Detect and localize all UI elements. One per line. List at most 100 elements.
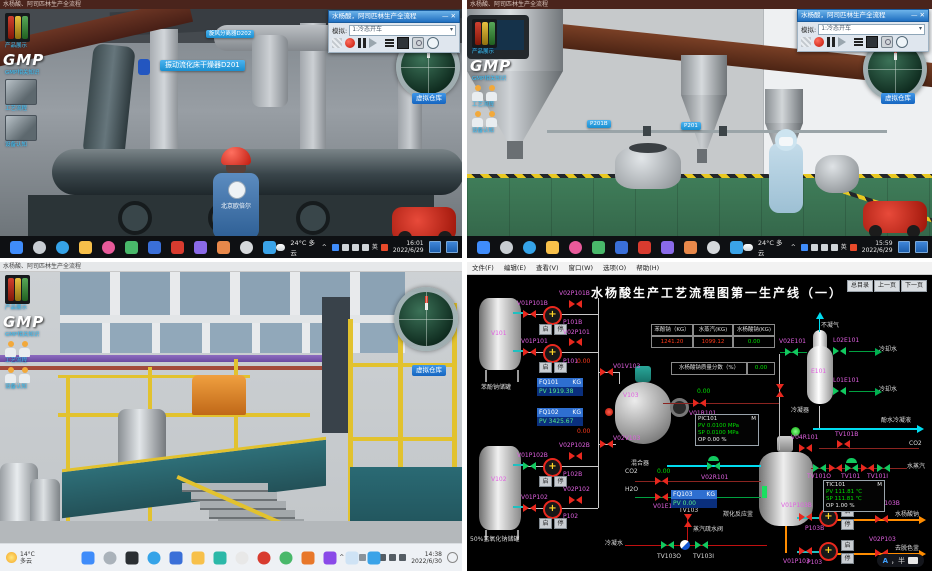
- volume-icon[interactable]: [821, 244, 828, 251]
- taskbar-clock[interactable]: 15:592022/6/29: [862, 240, 893, 254]
- avatar-group[interactable]: [472, 85, 528, 101]
- weather-icon[interactable]: [276, 244, 285, 251]
- tray-chevron-icon[interactable]: ^: [791, 244, 796, 251]
- camera-button[interactable]: [881, 36, 893, 48]
- notification-card-icon[interactable]: [915, 241, 928, 253]
- rail-caption[interactable]: 产品展示: [5, 43, 61, 50]
- warehouse-button[interactable]: 虚拟仓库: [881, 93, 915, 104]
- equipment-thumbnail[interactable]: [5, 115, 37, 141]
- nav-button[interactable]: 上一页: [874, 280, 900, 292]
- totalizer-FQ101[interactable]: FQ101KG PV 1919.38: [537, 378, 583, 396]
- notification-card-icon[interactable]: [898, 241, 911, 253]
- display-app-icon[interactable]: [263, 241, 276, 254]
- app-green-icon[interactable]: [125, 241, 138, 254]
- ime-lang-icon[interactable]: 英: [841, 244, 847, 251]
- notification-card-icon[interactable]: [429, 241, 441, 253]
- keyboard-icon[interactable]: [908, 557, 918, 564]
- weather-text[interactable]: 24°C 多云: [758, 237, 786, 257]
- app-orange-icon[interactable]: [684, 241, 697, 254]
- rail-caption[interactable]: 设备认知: [472, 128, 528, 135]
- start-icon[interactable]: [82, 551, 95, 564]
- sim-window-titlebar[interactable]: 水杨酸，阿司匹林生产全流程 — ✕: [328, 10, 460, 23]
- rail-caption[interactable]: 工艺流程: [5, 106, 61, 113]
- security-icon[interactable]: [850, 244, 857, 251]
- menu-item[interactable]: 窗口(W): [569, 262, 594, 274]
- battery-icon[interactable]: [342, 244, 349, 251]
- product-cans-thumbnail[interactable]: [5, 13, 30, 42]
- app-red-icon[interactable]: [258, 551, 271, 564]
- screen-button[interactable]: [397, 37, 409, 49]
- search-icon[interactable]: [33, 241, 46, 254]
- equipment-tooltip[interactable]: 振动流化床干燥器D201: [160, 60, 245, 71]
- rail-caption[interactable]: 工艺流程: [472, 102, 528, 109]
- notification-bell-icon[interactable]: [447, 552, 458, 563]
- pause-button[interactable]: [358, 38, 366, 48]
- 3d-scene-platforms[interactable]: 产品展示 GMP GMP相关知识 工艺流程 设备认知 虚拟仓库: [0, 271, 462, 544]
- volume-icon[interactable]: [352, 244, 359, 251]
- minimize-icon[interactable]: —: [911, 11, 918, 19]
- menu-item[interactable]: 编辑(E): [504, 262, 526, 274]
- menu-item[interactable]: 文件(F): [472, 262, 494, 274]
- file-explorer-icon[interactable]: [79, 241, 92, 254]
- photos-icon[interactable]: [569, 241, 582, 254]
- pipe-tag-chip[interactable]: P201B: [587, 120, 611, 128]
- edge-icon[interactable]: [523, 241, 536, 254]
- camera-button[interactable]: [412, 37, 424, 49]
- screen-button[interactable]: [866, 36, 878, 48]
- warehouse-button[interactable]: 虚拟仓库: [412, 93, 446, 104]
- network-icon[interactable]: [362, 244, 369, 251]
- sim-mode-select[interactable]: 1:冷态开车▾: [349, 25, 456, 36]
- search-icon[interactable]: [500, 241, 513, 254]
- rail-caption[interactable]: GMP相关知识: [5, 332, 61, 339]
- settings-icon[interactable]: [707, 241, 720, 254]
- app-white-icon[interactable]: [236, 551, 249, 564]
- controller-PIC101[interactable]: PIC101M PV 0.0100 MPa SP 0.0100 MPa OP 0…: [695, 414, 759, 446]
- app-violet-icon[interactable]: [324, 551, 337, 564]
- battery-icon[interactable]: [811, 244, 818, 251]
- minimize-icon[interactable]: —: [442, 12, 449, 20]
- play-button[interactable]: [838, 37, 851, 47]
- start-icon[interactable]: [477, 241, 490, 254]
- ime-status-bar[interactable]: A ，半: [877, 554, 924, 567]
- wps-icon[interactable]: [171, 241, 184, 254]
- menu-item[interactable]: 查看(V): [536, 262, 559, 274]
- rail-caption[interactable]: 工艺流程: [5, 358, 61, 365]
- totalizer-FQ102[interactable]: FQ102KG PV 3425.67: [537, 408, 583, 426]
- taskbar-clock[interactable]: 16:012022/6/29: [393, 240, 424, 254]
- product-cans-thumbnail[interactable]: [5, 275, 30, 304]
- display-app-icon[interactable]: [730, 241, 743, 254]
- 3d-scene-dryer[interactable]: 北京欧倍尔 振动流化床干燥器D201 旋风分离器D202 产品展示 GMP GM…: [0, 9, 462, 236]
- volume-icon[interactable]: [389, 554, 396, 561]
- equipment-thumbnail[interactable]: [5, 79, 37, 105]
- rail-caption[interactable]: 产品展示: [5, 305, 61, 312]
- product-cans-thumbnail[interactable]: [472, 19, 497, 48]
- wps-icon[interactable]: [638, 241, 651, 254]
- rail-caption[interactable]: GMP相关知识: [472, 76, 528, 83]
- pause-button[interactable]: [827, 37, 835, 47]
- close-icon[interactable]: ✕: [920, 11, 925, 19]
- file-explorer-icon[interactable]: [546, 241, 559, 254]
- tray-chevron-icon[interactable]: ^: [322, 244, 327, 251]
- record-button[interactable]: [814, 37, 824, 47]
- weather-widget[interactable]: 14°C多云: [6, 551, 35, 565]
- record-button[interactable]: [345, 38, 355, 48]
- clock-button[interactable]: [427, 37, 439, 49]
- app-star-icon[interactable]: [615, 241, 628, 254]
- nav-button[interactable]: 总目录: [847, 280, 873, 292]
- app-green-icon[interactable]: [592, 241, 605, 254]
- controller-TIC101[interactable]: TIC101M PV 111.81 ℃ SP 111.81 ℃ OP 1.00 …: [823, 480, 885, 512]
- rail-caption[interactable]: GMP相关知识: [5, 70, 61, 77]
- search-icon[interactable]: [104, 551, 117, 564]
- clock-button[interactable]: [896, 36, 908, 48]
- edge-icon[interactable]: [148, 551, 161, 564]
- list-button[interactable]: [385, 39, 394, 47]
- pipe-tag-chip[interactable]: P201: [681, 122, 701, 130]
- settings-icon[interactable]: [240, 241, 253, 254]
- avatar-group[interactable]: [5, 341, 61, 357]
- weather-text[interactable]: 24°C 多云: [290, 237, 316, 257]
- taskbar-clock[interactable]: 14:382022/6/30: [411, 551, 442, 565]
- avatar-group[interactable]: [5, 367, 61, 383]
- app-purple-icon[interactable]: [661, 241, 674, 254]
- sim-window-titlebar[interactable]: 水杨酸，阿司匹林生产全流程 — ✕: [797, 9, 929, 22]
- app-orange-icon[interactable]: [217, 241, 230, 254]
